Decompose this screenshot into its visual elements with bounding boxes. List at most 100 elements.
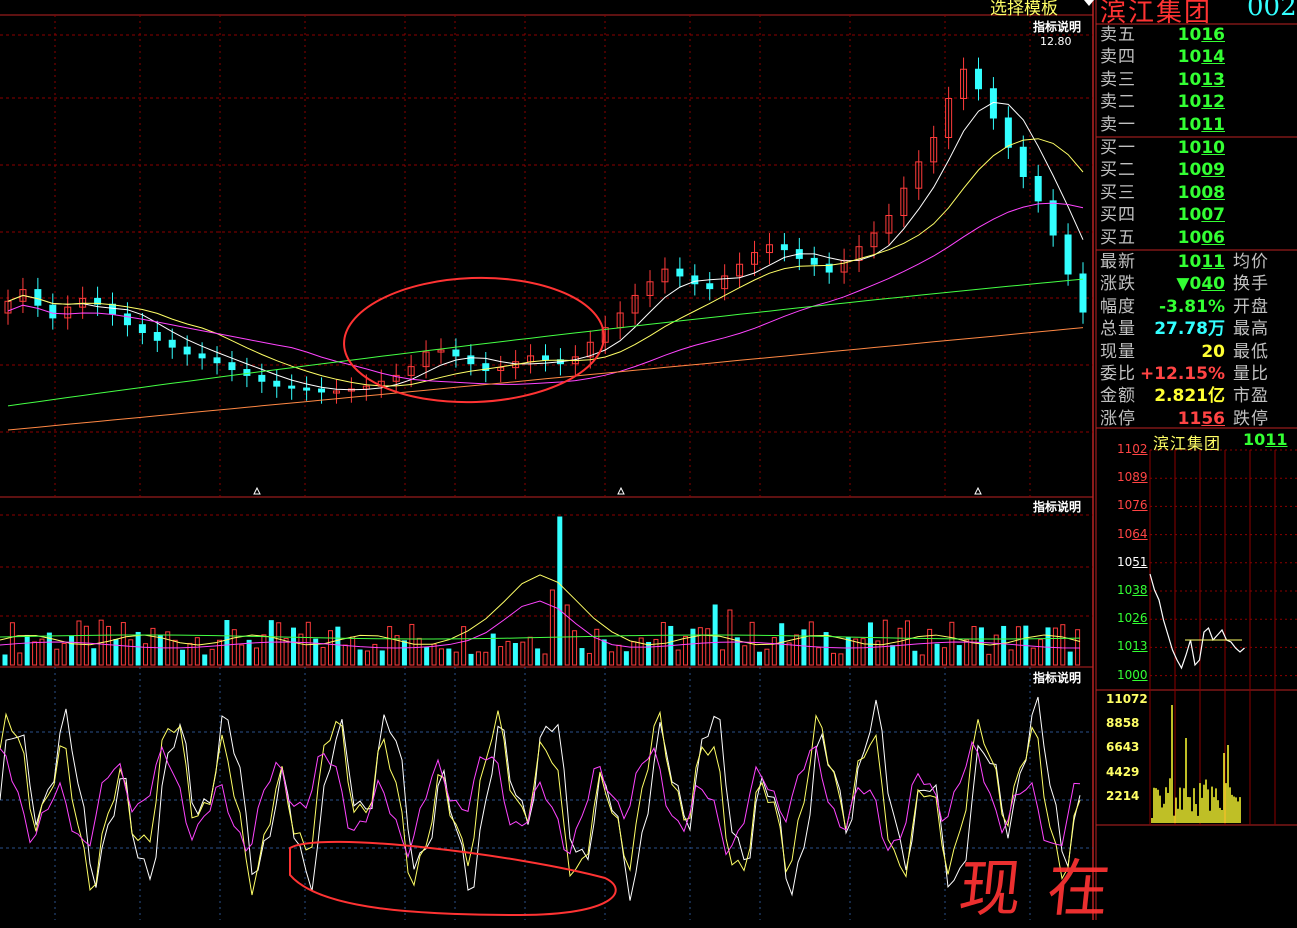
ask-row: 卖二 1012 [1096,91,1297,113]
volume-bar [1045,627,1051,666]
template-dropdown-icon[interactable] [1084,0,1094,6]
volume-bar [157,635,163,666]
volume-bar [69,635,75,666]
candle-body [243,369,251,376]
quote-label: 幅度 [1100,296,1136,317]
oscillator-k-line [0,696,1081,901]
volume-bar [357,649,363,666]
volume-bar [579,648,585,666]
mini-volume-tick: 2214 [1106,788,1140,803]
quote-label-secondary: 均价 [1233,252,1269,272]
volume-bar [830,652,836,666]
template-selector[interactable]: 选择模板 [990,0,1058,19]
candle-body [123,313,131,326]
volume-bar [24,634,30,666]
volume-bar [446,648,452,666]
volume-bar [180,649,186,666]
volume-bar [453,651,459,666]
candle-body [303,387,311,391]
candle-body [273,380,281,387]
volume-bar [387,626,393,666]
quote-label: 卖四 [1100,47,1136,68]
mini-chart-last-price: 1011 [1243,430,1288,449]
mini-volume-tick: 8858 [1106,716,1140,731]
volume-bar [32,641,38,666]
oscillator-indicator-help-button[interactable]: 指标说明 [1033,669,1081,686]
volume-bar [764,648,770,666]
bid-row: 买一 1010 [1096,137,1297,159]
volume-bar [557,516,563,666]
marker-triangle [974,486,982,495]
marker-triangle [253,486,261,495]
volume-bar [1075,629,1081,666]
stat-row: 最新 1011 均价 [1096,251,1297,273]
volume-bar [912,650,918,666]
annotation-circle [343,276,605,404]
volume-bar [298,633,304,666]
volume-bar [1030,647,1036,666]
candle-body [691,275,699,285]
volume-bar [653,638,659,666]
quote-value: 1006 [1177,227,1225,248]
volume-bar [61,642,67,666]
candle-body [974,68,982,90]
volume-bar [2,654,8,666]
candle-body [706,283,714,290]
volume-bar [202,654,208,666]
candle-body [258,374,266,382]
volume-bar [1052,627,1058,666]
main-indicator-help-button[interactable]: 指标说明 [1033,18,1081,35]
quote-value: 1011 [1177,252,1225,272]
volume-bar [853,638,859,666]
volume-bar [290,627,296,666]
volume-bar [697,627,703,666]
quote-label: 卖二 [1100,92,1136,113]
bid-row: 买三 1008 [1096,182,1297,204]
quote-value: 1156 [1177,408,1225,429]
quote-label-secondary: 市盈 [1233,386,1269,407]
candle-body [780,244,788,251]
volume-bar [335,626,341,666]
oscillator-j-line [0,740,1081,859]
stat-row: 幅度 -3.81% 开盘 [1096,296,1297,318]
volume-bar [683,635,689,666]
bid-row: 买五 1006 [1096,227,1297,249]
quote-label: 买三 [1100,182,1136,203]
volume-bar [1015,626,1021,666]
candle-body [1019,146,1027,177]
bid-row: 买二 1009 [1096,159,1297,181]
candle-body [34,289,42,306]
candle-body [1064,234,1072,275]
volume-bar [808,621,814,666]
stat-row: 金额 2.821亿 市盈 [1096,385,1297,407]
volume-indicator-help-button[interactable]: 指标说明 [1033,498,1081,515]
volume-bar [527,636,533,666]
volume-bar [845,637,851,666]
volume-bar [986,653,992,666]
quote-value: -3.81% [1158,296,1225,317]
volume-bar [609,651,615,666]
quote-label-secondary: 跌停 [1233,408,1269,429]
volume-bar [897,627,903,666]
volume-bar [919,654,925,666]
volume-bar [194,637,200,666]
marker-triangle [617,486,625,495]
volume-bar [631,641,637,666]
volume-bar [993,634,999,666]
volume-bar [187,642,193,666]
volume-bar [904,620,910,666]
volume-ma5 [0,574,1081,646]
volume-bar [1008,649,1014,666]
quote-label: 最新 [1100,252,1136,272]
mini-price-tick: 1102 [1117,442,1148,456]
quote-label: 买一 [1100,138,1136,158]
volume-bar [91,648,97,666]
mini-volume-tick: 6643 [1106,740,1140,755]
volume-bar [882,619,888,666]
volume-bar [978,627,984,666]
volume-bar [771,637,777,666]
candle-body [318,388,326,393]
volume-bar [498,646,504,666]
quote-value: 1014 [1177,47,1225,68]
quote-label: 卖五 [1100,25,1136,45]
